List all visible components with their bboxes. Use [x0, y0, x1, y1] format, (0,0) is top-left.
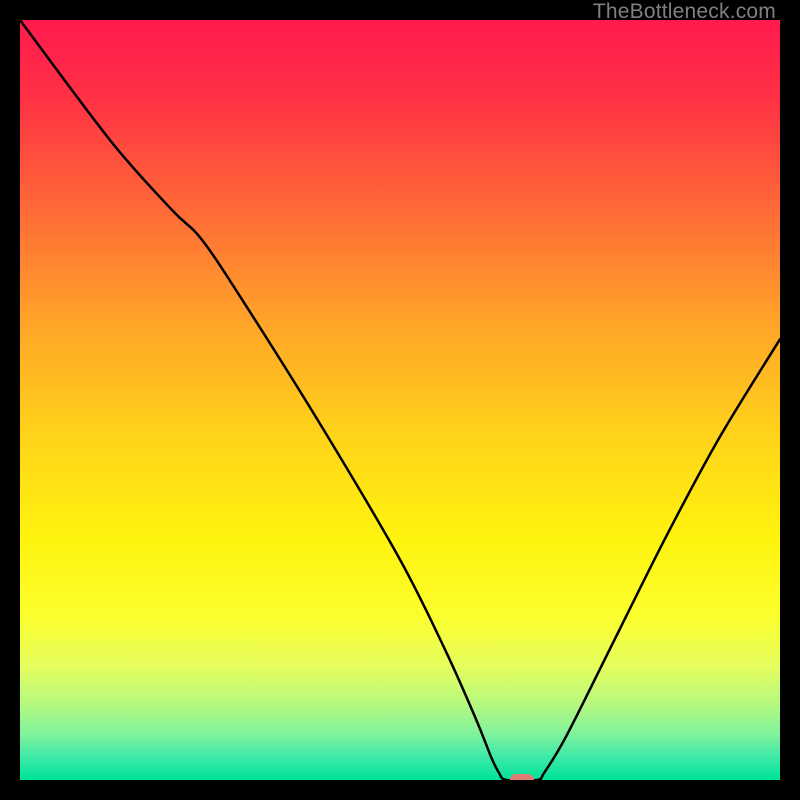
plot-area	[20, 20, 780, 780]
optimal-marker	[510, 774, 534, 780]
bottleneck-curve	[20, 20, 780, 780]
chart-frame: TheBottleneck.com	[0, 0, 800, 800]
